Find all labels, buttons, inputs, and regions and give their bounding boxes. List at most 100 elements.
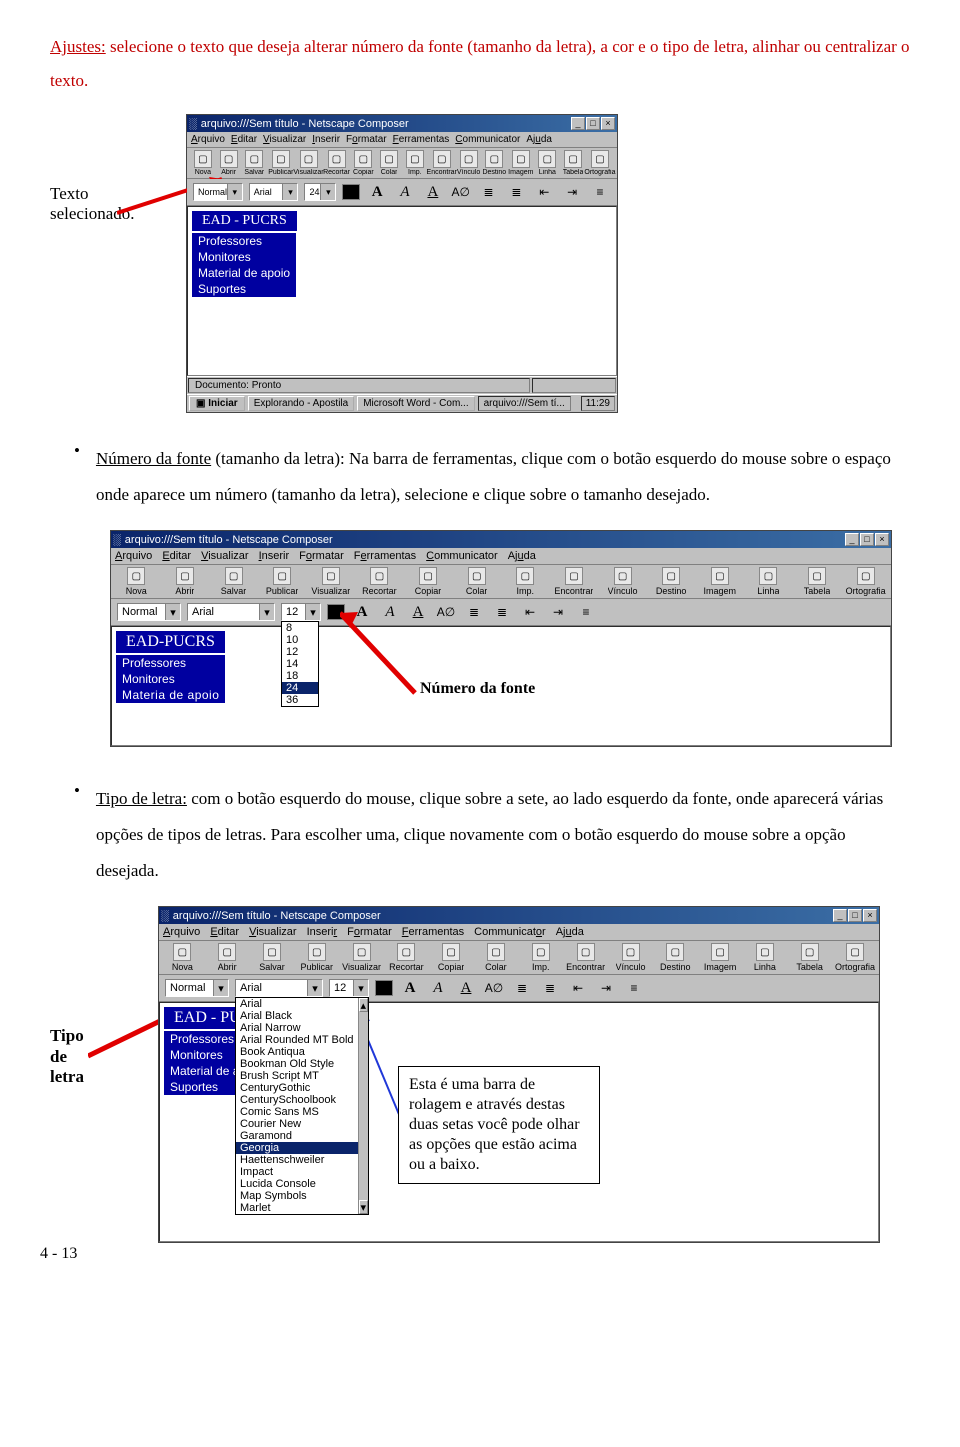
toolbar-button[interactable]: ▢Encontrar — [429, 150, 455, 176]
toolbar-button[interactable]: ▢Abrir — [164, 567, 207, 596]
scroll-up-icon[interactable]: ▴ — [359, 998, 368, 1012]
toolbar-button[interactable]: ▢Colar — [477, 943, 516, 972]
close-button[interactable]: × — [601, 117, 615, 130]
toolbar-button[interactable]: ▢Colar — [377, 150, 401, 176]
toolbar-button[interactable]: ▢Destino — [482, 150, 506, 176]
style-select[interactable]: Normal▾ — [193, 183, 243, 201]
size-select[interactable]: 24▾ — [304, 183, 336, 201]
color-picker[interactable] — [327, 604, 345, 620]
toolbar-button[interactable]: ▢Imagem — [699, 567, 742, 596]
toolbar-button[interactable]: ▢Imp. — [521, 943, 560, 972]
toolbar-button[interactable]: ▢Visualizar — [310, 567, 353, 596]
color-picker[interactable] — [342, 184, 360, 200]
font-select[interactable]: Arial▾ — [249, 183, 299, 201]
toolbar-button[interactable]: ▢Vínculo — [601, 567, 644, 596]
font-select-open[interactable]: Arial▾ ArialArial BlackArial NarrowArial… — [235, 979, 323, 997]
bold-button[interactable]: A — [366, 182, 388, 202]
font-option[interactable]: Courier New — [236, 1118, 358, 1130]
bold-button[interactable]: A — [399, 978, 421, 998]
toolbar-button[interactable]: ▢Nova — [163, 943, 202, 972]
toolbar-button[interactable]: ▢Recortar — [358, 567, 401, 596]
toolbar-button[interactable]: ▢Salvar — [253, 943, 292, 972]
toolbar-button[interactable]: ▢Ortografia — [587, 150, 613, 176]
font-option[interactable]: Bookman Old Style — [236, 1058, 358, 1070]
size-option[interactable]: 12 — [282, 646, 318, 658]
font-option[interactable]: Lucida Console — [236, 1178, 358, 1190]
toolbar-button[interactable]: ▢Ortografia — [835, 943, 875, 972]
toolbar-button[interactable]: ▢Salvar — [242, 150, 266, 176]
toolbar-button[interactable]: ▢Colar — [455, 567, 498, 596]
menu-arquivo[interactable]: Arquivo — [191, 134, 225, 145]
menu-inserir[interactable]: Inserir — [312, 134, 340, 145]
size-select-open[interactable]: 12▾ 8101214182436 — [281, 603, 321, 621]
toolbar-button[interactable]: ▢Destino — [656, 943, 695, 972]
scrollbar[interactable]: ▴ ▾ — [358, 998, 368, 1214]
font-dropdown[interactable]: ArialArial BlackArial NarrowArial Rounde… — [235, 997, 369, 1215]
list-ul-button[interactable]: ≣ — [463, 602, 485, 622]
list-ol-button[interactable]: ≣ — [506, 182, 528, 202]
underline-button[interactable]: A — [455, 978, 477, 998]
start-button[interactable]: ▣ Iniciar — [189, 396, 245, 411]
toolbar-button[interactable]: ▢Visualizar — [296, 150, 322, 176]
font-option[interactable]: Garamond — [236, 1130, 358, 1142]
font-option[interactable]: Arial Narrow — [236, 1022, 358, 1034]
toolbar-button[interactable]: ▢Ortografia — [844, 567, 887, 596]
italic-button[interactable]: A — [379, 602, 401, 622]
outdent-button[interactable]: ⇤ — [567, 978, 589, 998]
toolbar-button[interactable]: ▢Tabela — [790, 943, 829, 972]
toolbar-button[interactable]: ▢Copiar — [407, 567, 450, 596]
menu-ferramentas[interactable]: Ferramentas — [393, 134, 450, 145]
align-button[interactable]: ≡ — [589, 182, 611, 202]
toolbar-button[interactable]: ▢Nova — [191, 150, 215, 176]
list-ol-button[interactable]: ≣ — [539, 978, 561, 998]
menu-visualizar[interactable]: Visualizar — [263, 134, 306, 145]
toolbar-button[interactable]: ▢Copiar — [432, 943, 471, 972]
font-option[interactable]: Comic Sans MS — [236, 1106, 358, 1118]
toolbar-button[interactable]: ▢Destino — [650, 567, 693, 596]
toolbar-button[interactable]: ▢Encontrar — [553, 567, 596, 596]
toolbar-button[interactable]: ▢Abrir — [217, 150, 241, 176]
taskbar-item[interactable]: arquivo:///Sem tí... — [478, 396, 571, 411]
menu-formatar[interactable]: Formatar — [346, 134, 387, 145]
maximize-button[interactable]: □ — [860, 533, 874, 546]
close-button[interactable]: × — [875, 533, 889, 546]
toolbar-button[interactable]: ▢Imagem — [701, 943, 740, 972]
size-option[interactable]: 8 — [282, 622, 318, 634]
minimize-button[interactable]: _ — [833, 909, 847, 922]
size-select[interactable]: 12▾ — [329, 979, 369, 997]
menu-editar[interactable]: Editar — [231, 134, 257, 145]
underline-button[interactable]: A — [407, 602, 429, 622]
font-option[interactable]: Arial Rounded MT Bold — [236, 1034, 358, 1046]
taskbar-item[interactable]: Microsoft Word - Com... — [357, 396, 474, 411]
outdent-button[interactable]: ⇤ — [533, 182, 555, 202]
list-ul-button[interactable]: ≣ — [511, 978, 533, 998]
font-option[interactable]: Map Symbols — [236, 1190, 358, 1202]
toolbar-button[interactable]: ▢Vínculo — [611, 943, 650, 972]
toolbar-button[interactable]: ▢Recortar — [324, 150, 350, 176]
toolbar-button[interactable]: ▢Nova — [115, 567, 158, 596]
font-option[interactable]: Impact — [236, 1166, 358, 1178]
taskbar-item[interactable]: Explorando - Apostila — [248, 396, 355, 411]
scroll-down-icon[interactable]: ▾ — [359, 1200, 368, 1214]
font-option[interactable]: Book Antiqua — [236, 1046, 358, 1058]
italic-button[interactable]: A — [427, 978, 449, 998]
menu-communicator[interactable]: Communicator — [455, 134, 520, 145]
color-picker[interactable] — [375, 980, 393, 996]
bold-button[interactable]: A — [351, 602, 373, 622]
size-option[interactable]: 18 — [282, 670, 318, 682]
font-option[interactable]: Haettenschweiler — [236, 1154, 358, 1166]
toolbar-button[interactable]: ▢Imagem — [508, 150, 533, 176]
font-option[interactable]: CenturyGothic — [236, 1082, 358, 1094]
indent-button[interactable]: ⇥ — [547, 602, 569, 622]
style-select[interactable]: Normal▾ — [117, 603, 181, 621]
maximize-button[interactable]: □ — [586, 117, 600, 130]
font-option[interactable]: Brush Script MT — [236, 1070, 358, 1082]
toolbar-button[interactable]: ▢Publicar — [261, 567, 304, 596]
toolbar-button[interactable]: ▢Encontrar — [566, 943, 605, 972]
toolbar-button[interactable]: ▢Linha — [747, 567, 790, 596]
indent-button[interactable]: ⇥ — [595, 978, 617, 998]
menu-ajuda[interactable]: Ajuda — [526, 134, 552, 145]
toolbar-button[interactable]: ▢Linha — [745, 943, 784, 972]
font-option[interactable]: Georgia — [236, 1142, 358, 1154]
align-button[interactable]: ≡ — [623, 978, 645, 998]
